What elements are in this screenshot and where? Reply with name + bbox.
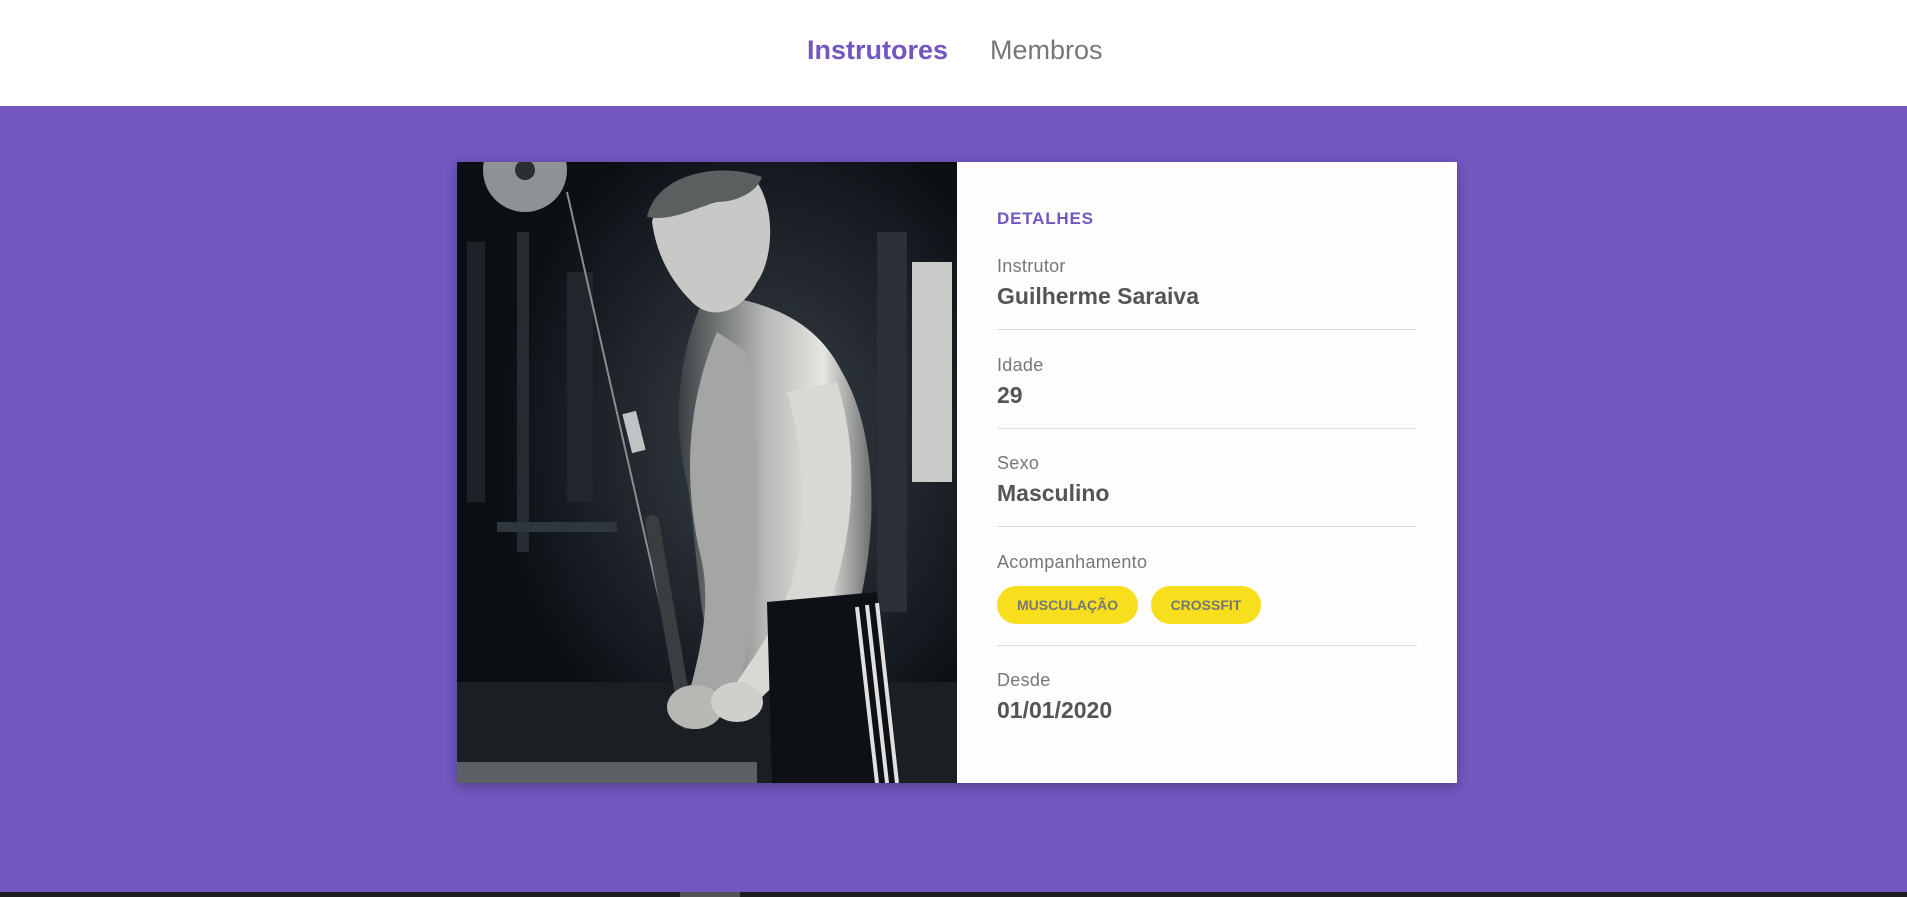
tracking-field: Acompanhamento MUSCULAÇÃO CROSSFIT	[997, 552, 1417, 624]
nav-link-instrutores[interactable]: Instrutores	[807, 32, 948, 68]
divider	[997, 428, 1417, 429]
divider	[997, 645, 1417, 646]
sex-value: Masculino	[997, 480, 1110, 506]
details-title: DETALHES	[997, 209, 1094, 228]
instructor-label: Instrutor	[997, 256, 1066, 276]
bottom-border	[0, 892, 1907, 897]
nav-link-membros[interactable]: Membros	[990, 32, 1103, 68]
sex-field: Sexo Masculino	[997, 453, 1417, 507]
since-field: Desde 01/01/2020	[997, 670, 1417, 724]
scroll-indicator	[680, 892, 740, 897]
top-navbar: Instrutores Membros	[0, 0, 1907, 106]
instructor-name: Guilherme Saraiva	[997, 283, 1199, 309]
instructor-card: DETALHES Instrutor Guilherme Saraiva Ida…	[457, 162, 1457, 783]
since-value: 01/01/2020	[997, 697, 1113, 723]
tracking-tags: MUSCULAÇÃO CROSSFIT	[997, 586, 1417, 624]
since-label: Desde	[997, 670, 1051, 690]
age-value: 29	[997, 382, 1023, 408]
tag-musculacao: MUSCULAÇÃO	[997, 586, 1139, 624]
main-nav: Instrutores Membros	[0, 32, 1907, 68]
details-panel: DETALHES Instrutor Guilherme Saraiva Ida…	[957, 162, 1457, 783]
tracking-label: Acompanhamento	[997, 552, 1148, 572]
divider	[997, 526, 1417, 527]
tag-crossfit: CROSSFIT	[1150, 586, 1262, 624]
sex-label: Sexo	[997, 453, 1040, 473]
age-label: Idade	[997, 355, 1044, 375]
divider	[997, 329, 1417, 330]
instructor-photo	[457, 162, 957, 783]
age-field: Idade 29	[997, 355, 1417, 409]
instructor-field: Instrutor Guilherme Saraiva	[997, 256, 1417, 310]
